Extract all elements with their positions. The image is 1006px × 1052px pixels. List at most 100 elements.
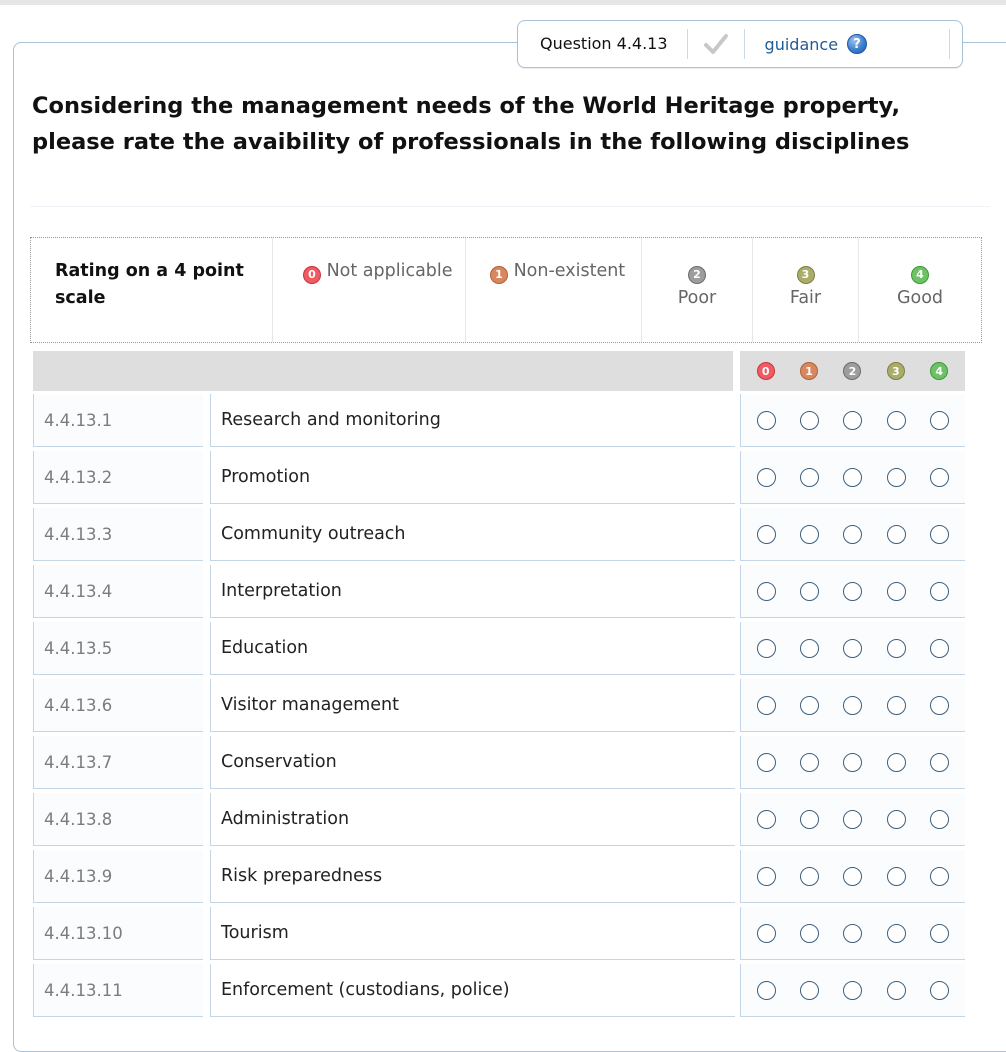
- rating-radio-0[interactable]: [757, 581, 777, 601]
- help-icon[interactable]: ?: [847, 34, 868, 54]
- rating-options: [740, 907, 965, 960]
- row-code: 4.4.13.11: [33, 964, 203, 1017]
- rating-4-icon: 4: [930, 362, 949, 380]
- rating-radio-3[interactable]: [886, 638, 906, 658]
- rating-radio-4[interactable]: [929, 524, 949, 544]
- rating-radio-2[interactable]: [843, 638, 863, 658]
- rating-radio-4[interactable]: [929, 923, 949, 943]
- rating-radio-1[interactable]: [800, 410, 820, 430]
- rating-radio-2[interactable]: [843, 524, 863, 544]
- title-divider: [30, 206, 990, 207]
- row-label: Enforcement (custodians, police): [210, 964, 735, 1017]
- table-row: 4.4.13.9 Risk preparedness: [33, 850, 965, 903]
- rating-radio-4[interactable]: [929, 410, 949, 430]
- rating-radio-0[interactable]: [757, 524, 777, 544]
- rating-3-icon: 3: [886, 362, 905, 380]
- rating-radio-3[interactable]: [886, 752, 906, 772]
- table-row: 4.4.13.2 Promotion: [33, 451, 965, 504]
- table-row: 4.4.13.7 Conservation: [33, 736, 965, 789]
- rating-radio-0[interactable]: [757, 410, 777, 430]
- rating-radio-0[interactable]: [757, 695, 777, 715]
- rating-radio-2[interactable]: [843, 581, 863, 601]
- rating-radio-1[interactable]: [800, 923, 820, 943]
- rating-radio-4[interactable]: [929, 866, 949, 886]
- rating-radio-3[interactable]: [886, 866, 906, 886]
- row-code: 4.4.13.2: [33, 451, 203, 504]
- rating-radio-4[interactable]: [929, 695, 949, 715]
- rating-radio-3[interactable]: [886, 581, 906, 601]
- table-row: 4.4.13.11 Enforcement (custodians, polic…: [33, 964, 965, 1017]
- legend-item-fair: 3 Fair: [753, 238, 859, 342]
- rating-radio-0[interactable]: [757, 809, 777, 829]
- row-label: Promotion: [210, 451, 735, 504]
- rating-radio-2[interactable]: [843, 467, 863, 487]
- rating-radio-3[interactable]: [886, 695, 906, 715]
- row-label: Risk preparedness: [210, 850, 735, 903]
- rating-radio-2[interactable]: [843, 923, 863, 943]
- rating-radio-1[interactable]: [800, 467, 820, 487]
- guidance-label: guidance: [764, 34, 839, 54]
- rating-radio-1[interactable]: [800, 524, 820, 544]
- rating-radio-3[interactable]: [886, 410, 906, 430]
- rating-radio-2[interactable]: [843, 695, 863, 715]
- rating-radio-1[interactable]: [800, 752, 820, 772]
- rating-radio-0[interactable]: [757, 638, 777, 658]
- row-code: 4.4.13.8: [33, 793, 203, 846]
- row-label: Administration: [210, 793, 735, 846]
- rating-radio-0[interactable]: [757, 752, 777, 772]
- rating-radio-2[interactable]: [843, 752, 863, 772]
- rating-radio-0[interactable]: [757, 467, 777, 487]
- rating-legend: Rating on a 4 point scale 0 Not applicab…: [30, 237, 982, 343]
- rating-1-icon: 1: [490, 265, 508, 284]
- legend-item-poor: 2 Poor: [642, 238, 753, 342]
- legend-item-non-existent: 1 Non-existent: [466, 238, 642, 342]
- question-title: Considering the management needs of the …: [32, 93, 910, 155]
- rating-radio-3[interactable]: [886, 467, 906, 487]
- question-number: Question 4.4.13: [540, 34, 668, 53]
- rating-radio-2[interactable]: [843, 866, 863, 886]
- rating-options: [740, 451, 965, 504]
- legend-label: Non-existent: [513, 261, 626, 281]
- rating-0-icon: 0: [756, 362, 775, 380]
- row-code: 4.4.13.5: [33, 622, 203, 675]
- rating-radio-3[interactable]: [886, 524, 906, 544]
- rating-radio-3[interactable]: [886, 980, 906, 1000]
- rating-options: [740, 679, 965, 732]
- guidance-link[interactable]: guidance ?: [745, 34, 868, 54]
- rating-radio-4[interactable]: [929, 467, 949, 487]
- rating-radio-1[interactable]: [800, 980, 820, 1000]
- rating-radio-4[interactable]: [929, 980, 949, 1000]
- rating-2-icon: 2: [843, 362, 862, 380]
- table-row: 4.4.13.6 Visitor management: [33, 679, 965, 732]
- row-code: 4.4.13.3: [33, 508, 203, 561]
- rating-radio-2[interactable]: [843, 410, 863, 430]
- rating-radio-4[interactable]: [929, 581, 949, 601]
- rating-radio-1[interactable]: [800, 866, 820, 886]
- rating-radio-3[interactable]: [886, 923, 906, 943]
- question-tab: Question 4.4.13 guidance ?: [517, 20, 963, 68]
- top-strip: [0, 0, 1006, 5]
- rating-1-icon: 1: [800, 362, 819, 380]
- row-code: 4.4.13.9: [33, 850, 203, 903]
- row-label: Interpretation: [210, 565, 735, 618]
- rating-options: [740, 508, 965, 561]
- rating-radio-1[interactable]: [800, 695, 820, 715]
- rating-radio-0[interactable]: [757, 980, 777, 1000]
- row-label: Community outreach: [210, 508, 735, 561]
- rating-radio-2[interactable]: [843, 809, 863, 829]
- rating-radio-0[interactable]: [757, 866, 777, 886]
- rating-radio-4[interactable]: [929, 638, 949, 658]
- table-row: 4.4.13.10 Tourism: [33, 907, 965, 960]
- legend-label: Good: [896, 288, 944, 308]
- table-row: 4.4.13.5 Education: [33, 622, 965, 675]
- rating-options: [740, 964, 965, 1017]
- rating-radio-3[interactable]: [886, 809, 906, 829]
- rating-radio-2[interactable]: [843, 980, 863, 1000]
- rating-radio-1[interactable]: [800, 809, 820, 829]
- rating-radio-4[interactable]: [929, 809, 949, 829]
- rating-radio-1[interactable]: [800, 581, 820, 601]
- rating-radio-1[interactable]: [800, 638, 820, 658]
- rating-radio-0[interactable]: [757, 923, 777, 943]
- rating-radio-4[interactable]: [929, 752, 949, 772]
- row-code: 4.4.13.10: [33, 907, 203, 960]
